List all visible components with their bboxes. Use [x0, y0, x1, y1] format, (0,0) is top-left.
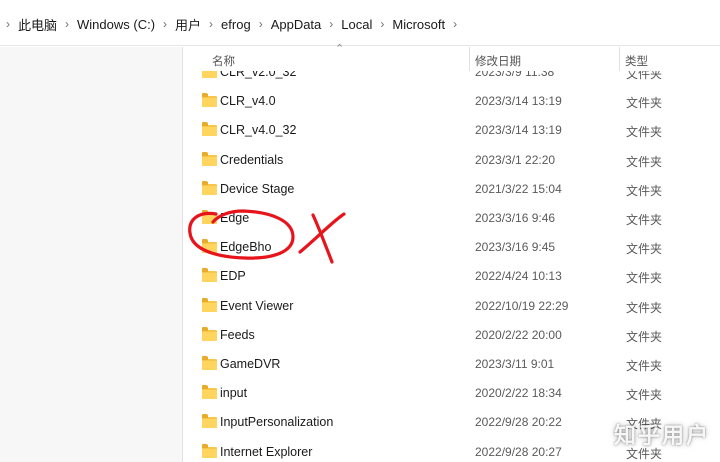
folder-icon [202, 385, 217, 400]
file-name[interactable]: input [220, 386, 247, 400]
file-row[interactable]: Event Viewer 2022/10/19 22:29 文件夹 [183, 292, 720, 321]
file-type: 文件夹 [626, 359, 663, 373]
file-date-modified: 2022/9/28 20:22 [475, 415, 562, 430]
file-row[interactable]: Feeds 2020/2/22 20:00 文件夹 [183, 321, 720, 350]
breadcrumb-item-microsoft[interactable]: Microsoft [390, 17, 447, 32]
file-name[interactable]: EdgeBho [220, 240, 271, 254]
file-name[interactable]: CLR_v4.0 [220, 94, 276, 108]
file-type: 文件夹 [626, 300, 663, 315]
file-row[interactable]: Credentials 2023/3/1 22:20 文件夹 [183, 146, 720, 175]
file-date-modified: 2023/3/1 22:20 [475, 152, 556, 167]
file-name[interactable]: CLR_v4.0_32 [220, 123, 296, 137]
column-divider[interactable] [619, 47, 620, 71]
chevron-right-icon: › [209, 17, 214, 31]
folder-icon [202, 210, 217, 224]
folder-icon [202, 122, 217, 137]
watermark: 知乎用户 [613, 423, 710, 448]
folder-icon [202, 268, 217, 283]
file-row[interactable]: CLR_v4.0 2023/3/14 13:19 文件夹 [183, 87, 720, 116]
folder-icon [202, 93, 217, 108]
file-date-modified: 2020/2/22 18:34 [475, 386, 562, 401]
sort-up-icon: ⌃ [335, 43, 345, 55]
file-date-modified: 2023/3/16 9:46 [475, 211, 556, 225]
breadcrumb-item-local[interactable]: Local [339, 17, 374, 32]
breadcrumb: › 此电脑 › Windows (C:) › 用户 › efrog › AppD… [0, 14, 463, 34]
breadcrumb-item-this-pc[interactable]: 此电脑 [16, 15, 59, 34]
column-header-name[interactable]: 名称 [212, 53, 235, 69]
chevron-right-icon[interactable]: › [453, 17, 457, 31]
file-date-modified: 2023/3/11 9:01 [475, 357, 555, 371]
file-date-modified: 2022/9/28 20:27 [475, 444, 562, 459]
file-row[interactable]: input 2020/2/22 18:34 文件夹 [183, 379, 720, 408]
folder-icon [202, 151, 217, 166]
breadcrumb-item-users[interactable]: 用户 [173, 15, 203, 34]
column-header-type[interactable]: 类型 [625, 53, 648, 69]
file-name[interactable]: Credentials [220, 153, 283, 167]
file-row[interactable]: Edge 2023/3/16 9:46 文件夹 [183, 204, 720, 233]
file-row[interactable]: CLR_v4.0_32 2023/3/14 13:19 文件夹 [183, 116, 720, 145]
file-row[interactable]: Device Stage 2021/3/22 15:04 文件夹 [183, 175, 720, 204]
file-name[interactable]: Event Viewer [220, 299, 293, 313]
folder-icon [202, 180, 217, 195]
folder-icon [202, 326, 217, 341]
file-date-modified: 2023/3/16 9:45 [475, 240, 556, 255]
file-name[interactable]: Internet Explorer [220, 445, 312, 459]
file-date-modified: 2022/10/19 22:29 [475, 298, 569, 313]
file-type: 文件夹 [626, 154, 663, 169]
navigation-pane[interactable] [0, 47, 183, 462]
folder-icon [202, 414, 217, 429]
file-date-modified: 2021/3/22 15:04 [475, 181, 562, 196]
file-date-modified: 2022/4/24 10:13 [475, 269, 562, 284]
file-name[interactable]: GameDVR [220, 357, 280, 371]
breadcrumb-item-appdata[interactable]: AppData [269, 17, 324, 32]
file-type: 文件夹 [626, 213, 663, 227]
chevron-right-icon: › [329, 17, 334, 31]
file-name[interactable]: EDP [220, 269, 246, 283]
breadcrumb-item-efrog[interactable]: efrog [219, 17, 253, 32]
file-name[interactable]: Feeds [220, 328, 255, 342]
file-type: 文件夹 [626, 125, 663, 140]
column-header-row: ⌃ 名称 修改日期 类型 [183, 43, 720, 71]
folder-icon [202, 356, 217, 370]
file-type: 文件夹 [626, 96, 663, 111]
address-bar[interactable]: › 此电脑 › Windows (C:) › 用户 › efrog › AppD… [0, 0, 720, 46]
file-type: 文件夹 [626, 271, 663, 286]
file-date-modified: 2023/3/14 13:19 [475, 123, 562, 138]
folder-icon [202, 239, 217, 254]
file-type: 文件夹 [626, 329, 663, 344]
column-divider[interactable] [469, 47, 470, 71]
file-list[interactable]: CLR_v2.0_32 2023/3/9 11:38 文件夹 CLR_v4.0 2023… [183, 58, 720, 462]
chevron-right-icon: › [163, 17, 168, 31]
chevron-right-icon: › [65, 17, 70, 31]
file-name[interactable]: Edge [220, 211, 249, 225]
file-date-modified: 2020/2/22 20:00 [475, 327, 562, 342]
file-name[interactable]: InputPersonalization [220, 415, 333, 429]
file-type: 文件夹 [626, 242, 663, 257]
file-type: 文件夹 [626, 388, 663, 403]
file-name[interactable]: Device Stage [220, 182, 294, 196]
file-row[interactable]: GameDVR 2023/3/11 9:01 文件夹 [183, 350, 720, 379]
file-date-modified: 2023/3/14 13:19 [475, 94, 562, 109]
chevron-right-icon: › [6, 17, 10, 31]
folder-icon [202, 443, 217, 458]
file-row[interactable]: EDP 2022/4/24 10:13 文件夹 [183, 262, 720, 291]
chevron-right-icon: › [380, 17, 385, 31]
breadcrumb-item-windows-c[interactable]: Windows (C:) [75, 17, 157, 32]
file-type: 文件夹 [626, 183, 663, 198]
column-header-date-modified[interactable]: 修改日期 [475, 53, 521, 69]
file-row[interactable]: EdgeBho 2023/3/16 9:45 文件夹 [183, 233, 720, 262]
chevron-right-icon: › [258, 17, 263, 31]
folder-icon [202, 297, 217, 312]
